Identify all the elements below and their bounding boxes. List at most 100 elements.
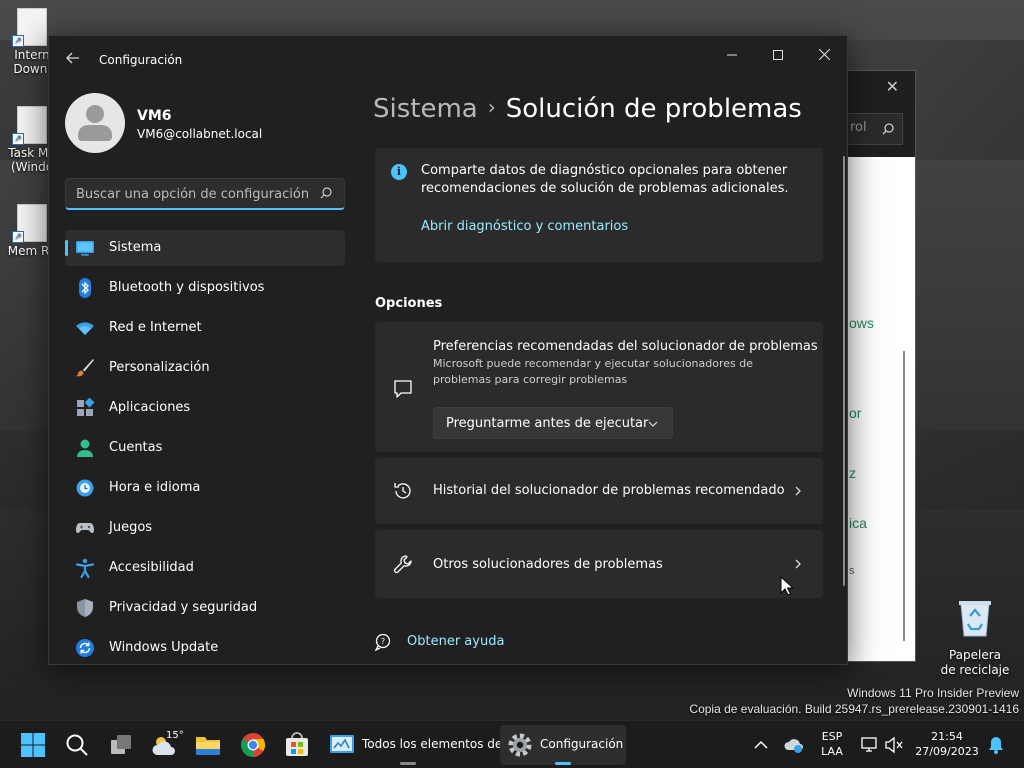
background-text-fragment: or [849,405,862,421]
titlebar: Configuración [49,36,847,84]
control-panel-icon [330,735,354,753]
update-icon [76,639,94,657]
sidebar-item-cuentas[interactable]: Cuentas [65,430,345,466]
info-text: Comparte datos de diagnóstico opcionales… [421,163,789,196]
troubleshooter-history-card[interactable]: Historial del solucionador de problemas … [375,458,823,524]
monitor-icon [76,241,94,256]
maximize-icon [773,50,783,60]
clock-date: 27/09/2023 [915,745,979,758]
svg-text:?: ? [381,637,385,646]
file-shortcut-icon: ↗ [12,204,47,243]
settings-gear-icon [508,733,532,757]
sidebar-item-sistema[interactable]: Sistema [65,230,345,266]
background-text-fragment: s [849,565,855,577]
accessibility-icon [75,558,95,578]
background-scrollbar[interactable] [903,351,905,641]
close-button[interactable] [801,40,847,72]
search-input[interactable] [76,185,311,203]
sidebar-item-aplicaciones[interactable]: Aplicaciones [65,390,345,426]
display-icon[interactable] [860,735,880,755]
other-troubleshooters-card[interactable]: Otros solucionadores de problemas [375,530,823,598]
sidebar-item-label: Personalización [109,360,210,375]
sidebar-item-red-internet[interactable]: Red e Internet [65,310,345,346]
sidebar-item-label: Red e Internet [109,320,202,335]
file-shortcut-icon: ↗ [12,106,47,145]
search-icon [882,123,894,135]
background-search-input[interactable]: rol [841,113,903,145]
background-search-fragment: rol [850,120,867,135]
sidebar-item-personalizacion[interactable]: Personalización [65,350,345,386]
background-text-fragment: z [849,465,856,481]
store-icon[interactable] [283,731,311,759]
help-chat-icon: ? [375,633,391,651]
content-scrollbar[interactable] [843,156,845,586]
avatar[interactable] [65,93,125,153]
preferences-description: Microsoft puede recomendar y ejecutar so… [433,357,754,386]
back-button[interactable] [63,50,83,70]
notification-bell-icon[interactable] [986,735,1006,755]
breadcrumb-parent[interactable]: Sistema [373,94,478,124]
background-text-fragment: ows [849,315,874,331]
search-icon [320,187,332,199]
troubleshooter-preferences-card: Preferencias recomendadas del solucionad… [375,322,823,452]
gamepad-icon [76,523,94,534]
recycle-bin-icon [959,601,991,637]
sidebar-item-bluetooth[interactable]: Bluetooth y dispositivos [65,270,345,306]
settings-window: Configuración VM6 VM6@collabnet.local Si… [48,35,848,665]
chevron-up-icon[interactable] [752,736,770,754]
page-title: Solución de problemas [505,94,802,124]
settings-search-box[interactable] [65,178,345,210]
sidebar-item-label: Privacidad y seguridad [109,600,258,615]
history-icon [394,483,411,499]
start-button[interactable] [19,731,47,759]
minimize-button[interactable] [709,40,755,72]
chrome-icon[interactable] [239,731,267,759]
sidebar-item-accesibilidad[interactable]: Accesibilidad [65,550,345,586]
network-security-icon[interactable] [784,735,804,755]
taskbar-app-label: Configuración [540,737,624,751]
taskbar: 15° Todos los elementos de Configuración… [0,720,1024,768]
open-diagnostics-link[interactable]: Abrir diagnóstico y comentarios [421,219,628,234]
running-indicator [400,762,416,765]
bluetooth-icon [79,278,91,298]
close-icon[interactable]: ✕ [886,77,899,96]
speaker-muted-icon[interactable] [884,735,904,755]
sidebar-nav: Sistema Bluetooth y dispositivos Red e I… [65,230,345,664]
sidebar-item-hora-idioma[interactable]: Hora e idioma [65,470,345,506]
clock[interactable]: 21:54 27/09/2023 [914,729,980,759]
sidebar-item-label: Bluetooth y dispositivos [109,280,265,295]
shield-icon [77,599,93,617]
taskbar-app-control-panel[interactable]: Todos los elementos de [322,725,502,765]
history-title: Historial del solucionador de problemas … [433,483,785,498]
task-view-icon[interactable] [107,731,135,759]
close-icon [818,48,830,61]
sidebar-item-windows-update[interactable]: Windows Update [65,630,345,664]
other-troubleshooters-title: Otros solucionadores de problemas [433,557,663,572]
taskbar-app-settings[interactable]: Configuración [500,725,626,765]
language-indicator[interactable]: ESP LAA [814,729,850,759]
app-title: Configuración [99,53,183,67]
back-arrow-icon [66,52,79,64]
file-explorer-icon[interactable] [194,731,222,759]
run-preference-dropdown[interactable]: Preguntarme antes de ejecutar [433,407,673,439]
sidebar-item-label: Aplicaciones [109,400,191,415]
sidebar-item-privacidad[interactable]: Privacidad y seguridad [65,590,345,626]
section-heading-opciones: Opciones [375,296,443,311]
build-watermark: Windows 11 Pro Insider Preview Copia de … [689,685,1019,717]
dropdown-selected-value: Preguntarme antes de ejecutar [446,416,649,431]
diagnostic-info-card: i Comparte datos de diagnóstico opcional… [375,148,823,262]
chevron-right-icon [795,559,801,569]
keyboard-layout: LAA [821,745,843,758]
desktop-icon-recycle-bin[interactable]: Papelera de reciclaje [940,598,1010,678]
chevron-down-icon [648,421,658,427]
clock-time: 21:54 [931,730,963,743]
taskbar-app-label: Todos los elementos de [362,737,503,751]
background-text-fragment: ica [849,515,867,531]
sidebar-item-juegos[interactable]: Juegos [65,510,345,546]
user-name: VM6 [137,108,172,124]
maximize-button[interactable] [755,40,801,72]
sidebar-item-label: Juegos [109,520,153,535]
breadcrumb-separator: › [487,95,496,119]
weather-temperature: 15° [166,730,184,741]
taskbar-search-icon[interactable] [63,731,91,759]
